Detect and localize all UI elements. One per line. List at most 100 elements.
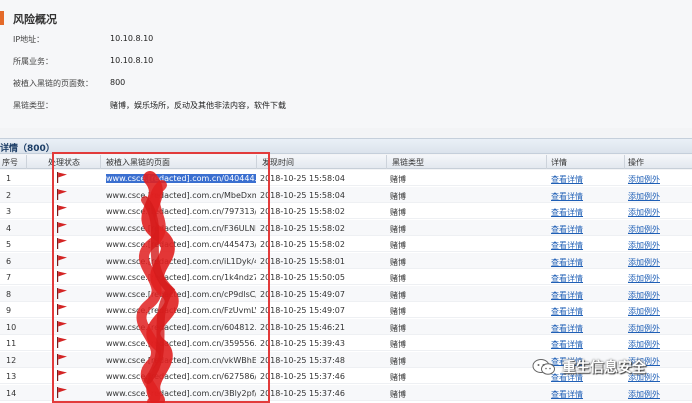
red-flag-icon	[56, 271, 76, 284]
table-row[interactable]: 3 www.csce.[redacted].com.cn/797313/21512…	[0, 203, 692, 219]
add-exception-link[interactable]: 添加例外	[628, 257, 688, 268]
col-header-action[interactable]: 操作	[628, 157, 644, 168]
row-number: 11	[6, 339, 17, 348]
add-exception-link[interactable]: 添加例外	[628, 389, 688, 400]
wechat-logo-icon	[532, 359, 555, 375]
col-header-status[interactable]: 处理状态	[48, 157, 80, 168]
discovered-time: 2018-10-25 15:49:07	[260, 306, 345, 315]
add-exception-link[interactable]: 添加例外	[628, 224, 688, 235]
link-type: 赌博	[390, 175, 406, 184]
discovered-time: 2018-10-25 15:46:21	[260, 322, 345, 332]
col-header-page[interactable]: 被植入黑链的页面	[106, 157, 170, 168]
discovered-time: 2018-10-25 15:37:46	[260, 388, 345, 398]
row-number: 10	[6, 322, 17, 332]
url-text: www.csce.[redacted].com.cn/1k4ndz7/65798…	[106, 273, 256, 282]
discovered-time: 2018-10-25 15:58:02	[260, 223, 345, 233]
column-divider	[386, 155, 387, 169]
table-row[interactable]: 10 www.csce.[redacted].com.cn/604812.aspx…	[0, 318, 692, 335]
col-header-no[interactable]: 序号	[2, 157, 18, 168]
col-header-time[interactable]: 发现时间	[262, 157, 294, 168]
view-details-link[interactable]: 查看详情	[551, 306, 611, 317]
add-exception-link[interactable]: 添加例外	[628, 290, 688, 301]
view-details-link[interactable]: 查看详情	[551, 339, 611, 350]
link-type: 赌博	[390, 241, 406, 250]
discovered-time: 2018-10-25 15:58:01	[260, 256, 345, 266]
add-exception-link[interactable]: 添加例外	[628, 191, 688, 202]
view-details-link[interactable]: 查看详情	[551, 207, 611, 218]
view-details-link[interactable]: 查看详情	[551, 240, 611, 251]
table-row[interactable]: 2 www.csce.[redacted].com.cn/MbeDxmj/8894…	[0, 186, 692, 203]
red-flag-icon	[56, 320, 76, 334]
table-row[interactable]: 8 www.csce.[redacted].com.cn/cP9dlsC/0803…	[0, 285, 692, 302]
add-exception-link[interactable]: 添加例外	[628, 323, 688, 334]
link-type: 赌博	[390, 340, 406, 349]
col-header-detail[interactable]: 详情	[551, 157, 567, 168]
infected-page-url: www.csce.[redacted].com.cn/604812.aspx	[106, 323, 256, 332]
business-value: 10.10.8.10	[110, 56, 154, 65]
page-count-value: 800	[110, 78, 126, 87]
business-row: 所属业务： 10.10.8.10	[0, 56, 692, 70]
page-count-label: 被植入黑链的页面数：	[13, 79, 93, 88]
add-exception-link[interactable]: 添加例外	[628, 207, 688, 218]
url-text: www.csce.[redacted].com.cn/3Bly2pf/14088…	[106, 388, 256, 398]
row-number: 14	[6, 388, 17, 398]
red-flag-icon	[56, 353, 76, 367]
table-row[interactable]: 11 www.csce.[redacted].com.cn/359556.aspx…	[0, 335, 692, 351]
link-type: 赌博	[390, 373, 406, 382]
view-details-link[interactable]: 查看详情	[551, 273, 611, 284]
link-type: 赌博	[390, 389, 406, 399]
link-type: 赌博	[390, 224, 406, 234]
details-header: 详情（800）	[0, 138, 692, 154]
view-details-link[interactable]: 查看详情	[551, 257, 611, 268]
add-exception-link[interactable]: 添加例外	[628, 174, 688, 185]
row-number: 5	[6, 240, 12, 249]
add-exception-link[interactable]: 添加例外	[628, 339, 688, 350]
red-flag-icon	[56, 172, 76, 185]
link-type: 赌博	[390, 208, 406, 217]
add-exception-link[interactable]: 添加例外	[628, 240, 688, 251]
add-exception-link[interactable]: 添加例外	[628, 273, 688, 284]
url-text: www.csce.[redacted].com.cn/604812.aspx	[106, 322, 256, 332]
discovered-time: 2018-10-25 15:49:07	[260, 289, 345, 299]
section-marker	[0, 11, 4, 25]
row-number: 9	[6, 306, 12, 315]
discovered-time: 2018-10-25 15:37:48	[260, 355, 345, 365]
infected-page-url: www.csce.[redacted].com.cn/040444.aspx	[106, 174, 256, 183]
url-text: www.csce.[redacted].com.cn/797313/21512.…	[106, 207, 256, 216]
discovered-time: 2018-10-25 15:58:02	[260, 240, 345, 249]
url-text: www.csce.[redacted].com.cn/359556.aspx	[106, 339, 256, 348]
infected-page-url: www.csce.[redacted].com.cn/vkWBhEuQ/2223…	[106, 356, 256, 365]
table-row[interactable]: 9 www.csce.[redacted].com.cn/FzUvmLV/7765…	[0, 302, 692, 318]
row-number: 13	[6, 372, 17, 381]
link-type-label: 黑链类型：	[13, 101, 53, 110]
row-number: 12	[6, 355, 17, 365]
ip-row: IP地址： 10.10.8.10	[0, 34, 692, 48]
table-row[interactable]: 6 www.csce.[redacted].com.cn/iL1Dyk/49827…	[0, 252, 692, 269]
view-details-link[interactable]: 查看详情	[551, 224, 611, 235]
view-details-link[interactable]: 查看详情	[551, 174, 611, 185]
table-row[interactable]: 14 www.csce.[redacted].com.cn/3Bly2pf/140…	[0, 384, 692, 401]
table-row[interactable]: 1 www.csce.[redacted].com.cn/040444.aspx 2…	[0, 170, 692, 186]
overview-title: 风险概况	[13, 13, 57, 26]
view-details-link[interactable]: 查看详情	[551, 191, 611, 202]
row-number: 7	[6, 273, 12, 282]
col-header-type[interactable]: 黑链类型	[392, 157, 424, 168]
table-row[interactable]: 4 www.csce.[redacted].com.cn/F36ULNB/2700…	[0, 219, 692, 236]
row-number: 1	[6, 174, 12, 183]
row-number: 3	[6, 207, 12, 216]
infected-page-url: www.csce.[redacted].com.cn/MbeDxmj/8894.…	[106, 191, 256, 200]
infected-page-url: www.csce.[redacted].com.cn/F36ULNB/2700.…	[106, 224, 256, 233]
table-row[interactable]: 7 www.csce.[redacted].com.cn/1k4ndz7/6579…	[0, 269, 692, 285]
add-exception-link[interactable]: 添加例外	[628, 306, 688, 317]
discovered-time: 2018-10-25 15:58:04	[260, 190, 345, 200]
table-row[interactable]: 5 www.csce.[redacted].com.cn/445473/13258…	[0, 236, 692, 252]
view-details-link[interactable]: 查看详情	[551, 323, 611, 334]
view-details-link[interactable]: 查看详情	[551, 389, 611, 400]
link-type: 赌博	[390, 323, 406, 333]
infected-page-url: www.csce.[redacted].com.cn/627586/22012.…	[106, 372, 256, 381]
view-details-link[interactable]: 查看详情	[551, 290, 611, 301]
discovered-time: 2018-10-25 15:37:46	[260, 372, 345, 381]
link-type: 赌博	[390, 274, 406, 283]
table-header: 序号 处理状态 被植入黑链的页面 发现时间 黑链类型 详情 操作	[0, 155, 692, 169]
discovered-time: 2018-10-25 15:39:43	[260, 339, 345, 348]
